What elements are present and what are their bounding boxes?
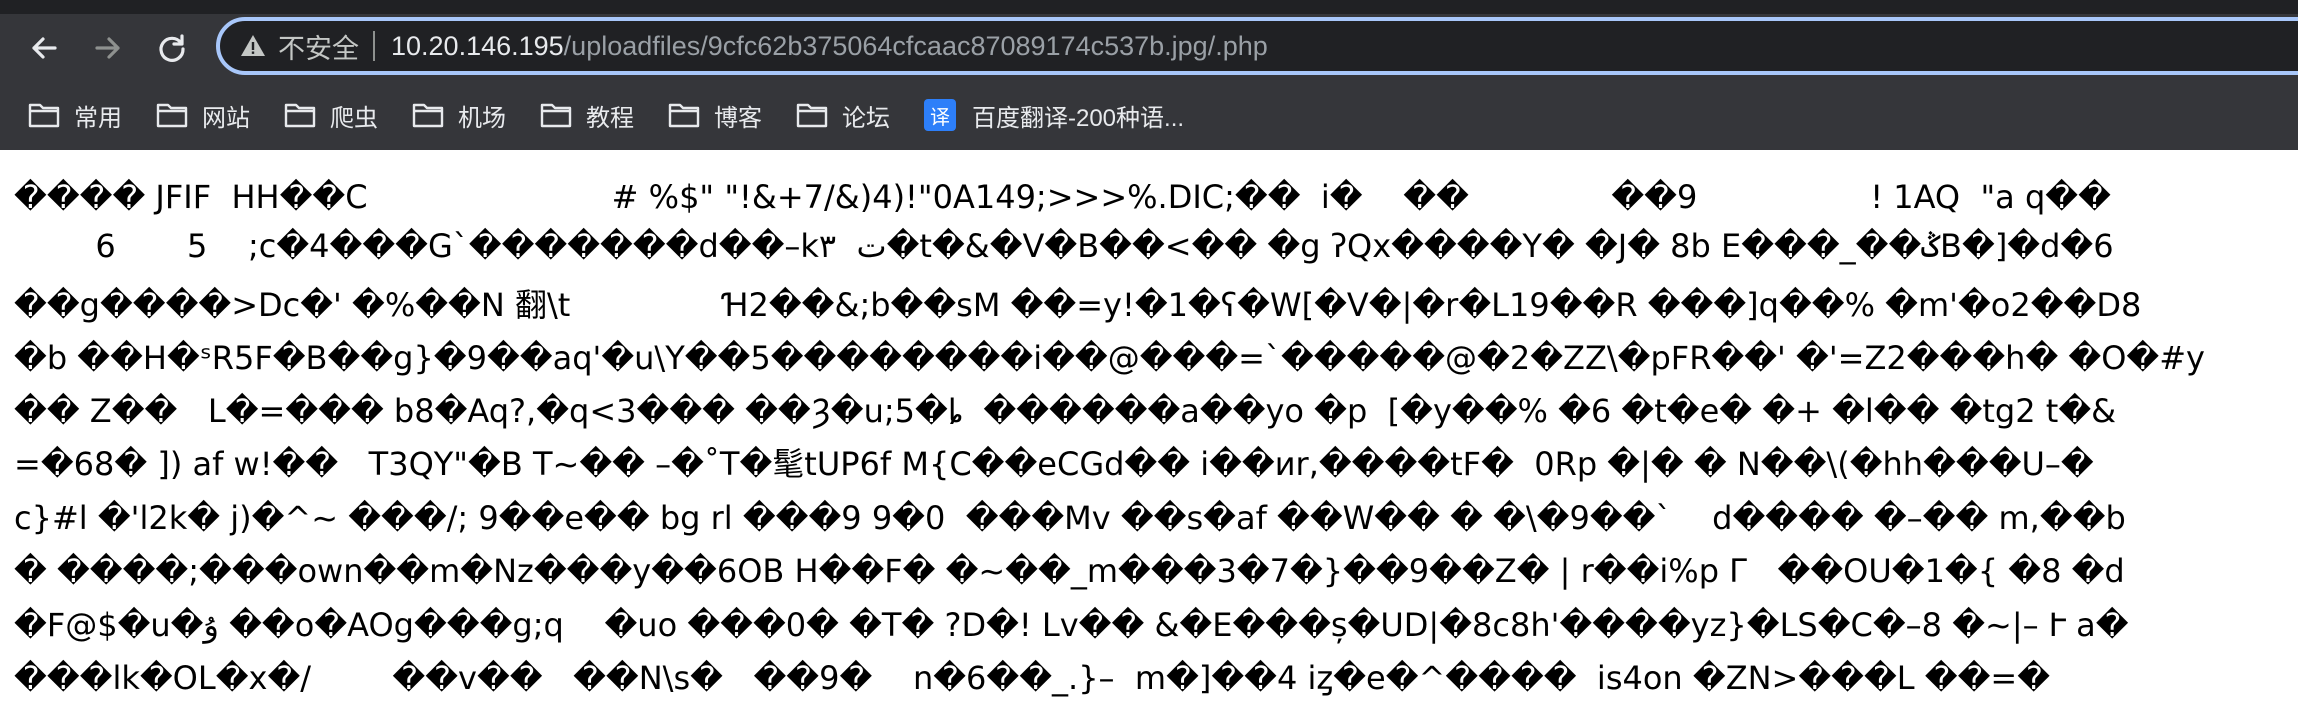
binary-text-line: �b ��H�ˢR5F�B��g}�9��aq'�u\Y��5��������i… bbox=[14, 339, 2226, 377]
page-content: ���� JFIF HH��C # %$" "!&+7/&)4)!"0A149;… bbox=[0, 150, 2298, 702]
browser-chrome: 不安全 10.20.146.195 /uploadfiles/9cfc62b37… bbox=[0, 0, 2298, 150]
reload-icon bbox=[159, 34, 185, 62]
bookmark-label: 爬虫 bbox=[330, 104, 378, 132]
binary-text-line: � ����;���own��m�Nz���y��6OB H��F� �~��_… bbox=[14, 552, 2125, 590]
bookmark-label: 教程 bbox=[586, 104, 634, 132]
binary-text-line: �� Z�� L�=��� b8�Aq?,�q<3��� ��Ȝ�u;5�ȴ �… bbox=[14, 392, 2117, 430]
bookmarks-bar: 常用 网站 爬虫 机场 教程 博客 论坛 译 百度翻译-200种语... bbox=[0, 84, 2298, 146]
folder-icon bbox=[540, 103, 572, 128]
folder-icon bbox=[156, 103, 188, 128]
tab-strip bbox=[0, 0, 2298, 14]
bookmark-label: 常用 bbox=[74, 104, 122, 132]
binary-text-line: =�68� ]) af w!�� T3QY"�B T~�� –�˚T�髦tUP6… bbox=[14, 445, 2094, 483]
bookmark-translate[interactable]: 译 百度翻译-200种语... bbox=[924, 84, 1184, 146]
bookmark-folder-5[interactable]: 教程 bbox=[540, 84, 634, 146]
arrow-left-icon bbox=[32, 37, 57, 59]
binary-text-line: 6 5 ;c�4���G`�������d��–kت ٣�t�&�V�B��<�… bbox=[14, 227, 2114, 265]
bookmark-label: 博客 bbox=[714, 104, 762, 132]
bookmark-folder-1[interactable]: 常用 bbox=[28, 84, 122, 146]
folder-icon bbox=[28, 103, 60, 128]
translate-icon: 译 bbox=[924, 99, 956, 131]
folder-icon bbox=[412, 103, 444, 128]
address-separator bbox=[373, 31, 375, 61]
arrow-right-icon bbox=[95, 37, 120, 59]
bookmark-label: 论坛 bbox=[842, 104, 890, 132]
warning-icon[interactable] bbox=[240, 33, 266, 59]
bookmark-label: 网站 bbox=[202, 104, 250, 132]
address-bar[interactable]: 不安全 10.20.146.195 /uploadfiles/9cfc62b37… bbox=[216, 17, 2298, 75]
folder-icon bbox=[284, 103, 316, 128]
bookmark-label: 机场 bbox=[458, 104, 506, 132]
forward-button[interactable] bbox=[82, 22, 134, 74]
reload-button[interactable] bbox=[146, 22, 198, 74]
binary-text-line: �F@$�u�ۇ ��o�AOg���g;q �uo ���0� �T� ?D�… bbox=[14, 606, 2129, 644]
folder-icon bbox=[668, 103, 700, 128]
url-path: /uploadfiles/9cfc62b375064cfcaac87089174… bbox=[563, 30, 1268, 61]
bookmark-folder-3[interactable]: 爬虫 bbox=[284, 84, 378, 146]
back-button[interactable] bbox=[18, 22, 70, 74]
binary-text-line: ���lk�OL�x�/ ��v�� ��N\s� ��9� n�6��_.}–… bbox=[14, 659, 2051, 697]
binary-text-line: ��g����>Dc�' �%��N 翻\t Ɦ2��&;b��sM ��=y!… bbox=[14, 286, 2142, 324]
binary-text-line: c}#l �'l2k� j)�^~ ���/; 9��e�� bg rl ���… bbox=[14, 499, 2126, 537]
folder-icon bbox=[796, 103, 828, 128]
bookmark-label: 百度翻译-200种语... bbox=[972, 104, 1185, 132]
url-host: 10.20.146.195 bbox=[391, 30, 564, 61]
bookmark-folder-4[interactable]: 机场 bbox=[412, 84, 506, 146]
bookmark-folder-2[interactable]: 网站 bbox=[156, 84, 250, 146]
binary-text-line: ���� JFIF HH��C # %$" "!&+7/&)4)!"0A149;… bbox=[14, 178, 2111, 216]
bookmark-folder-6[interactable]: 博客 bbox=[668, 84, 762, 146]
security-status-label[interactable]: 不安全 bbox=[278, 27, 359, 66]
bookmark-folder-7[interactable]: 论坛 bbox=[796, 84, 890, 146]
